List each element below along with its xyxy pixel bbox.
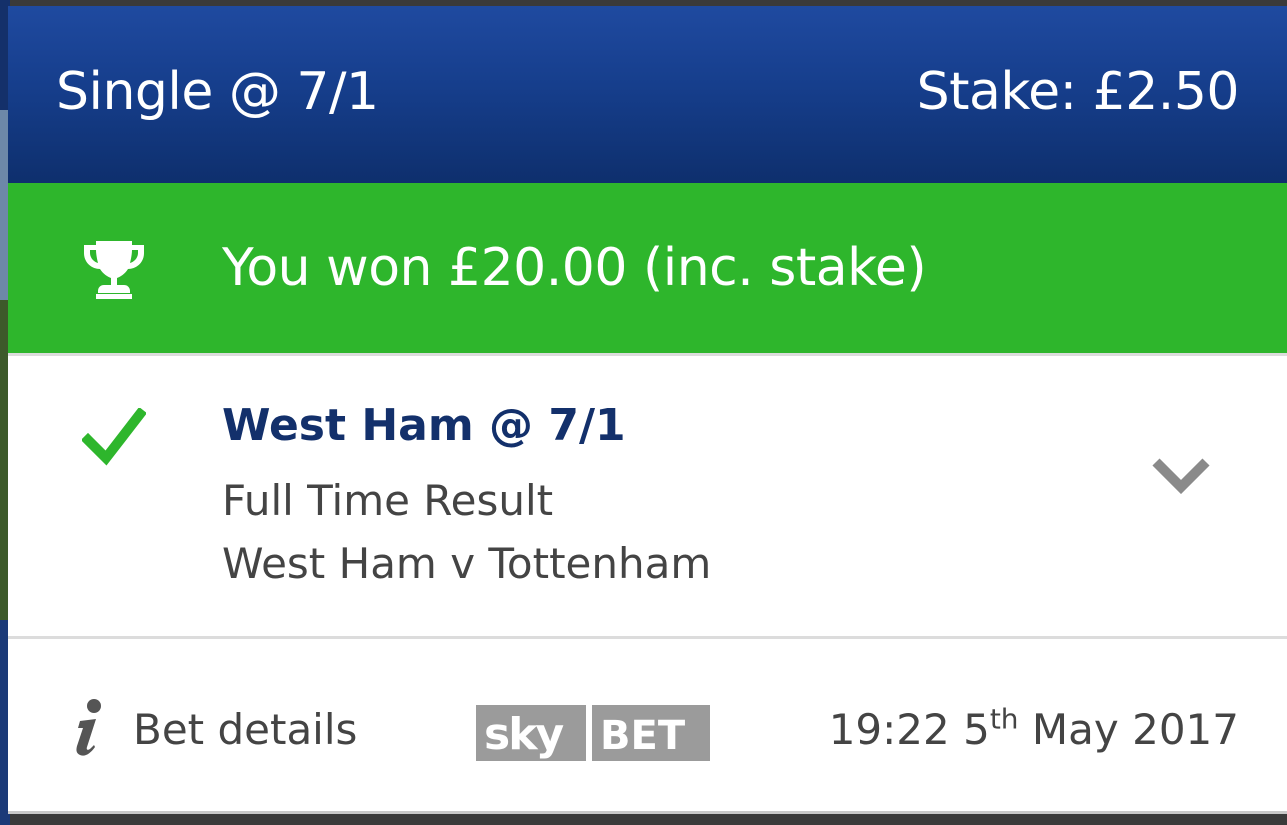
skybet-logo: sky BET — [476, 705, 710, 761]
checkmark-icon — [82, 408, 146, 466]
bet-details-link[interactable]: Bet details — [133, 705, 357, 754]
bet-footer: Bet details sky BET 19:22 5th May 2017 — [8, 636, 1287, 814]
bet-month-year: May 2017 — [1031, 705, 1239, 754]
bet-type-title: Single @ 7/1 — [56, 62, 379, 122]
selection-row[interactable]: West Ham @ 7/1 Full Time Result West Ham… — [8, 353, 1287, 639]
event-name: West Ham v Tottenham — [222, 539, 712, 588]
bet-time: 19:22 — [828, 705, 950, 754]
bet-receipt-card: Single @ 7/1 Stake: £2.50 You won £20.00… — [8, 6, 1287, 814]
skybet-logo-sky: sky — [484, 709, 563, 760]
bet-timestamp: 19:22 5th May 2017 — [829, 705, 1239, 754]
skybet-logo-bet: BET — [600, 713, 686, 759]
stake-amount: Stake: £2.50 — [916, 62, 1240, 122]
selection-title: West Ham @ 7/1 — [222, 400, 626, 451]
market-name: Full Time Result — [222, 476, 554, 525]
bet-day: 5 — [963, 705, 990, 754]
info-icon[interactable] — [70, 697, 106, 757]
won-banner: You won £20.00 (inc. stake) — [8, 183, 1287, 353]
chevron-down-icon[interactable] — [1150, 454, 1212, 494]
trophy-icon — [84, 241, 144, 299]
bet-header: Single @ 7/1 Stake: £2.50 — [8, 6, 1287, 183]
won-amount-text: You won £20.00 (inc. stake) — [222, 238, 927, 298]
bet-day-suffix: th — [989, 702, 1019, 736]
